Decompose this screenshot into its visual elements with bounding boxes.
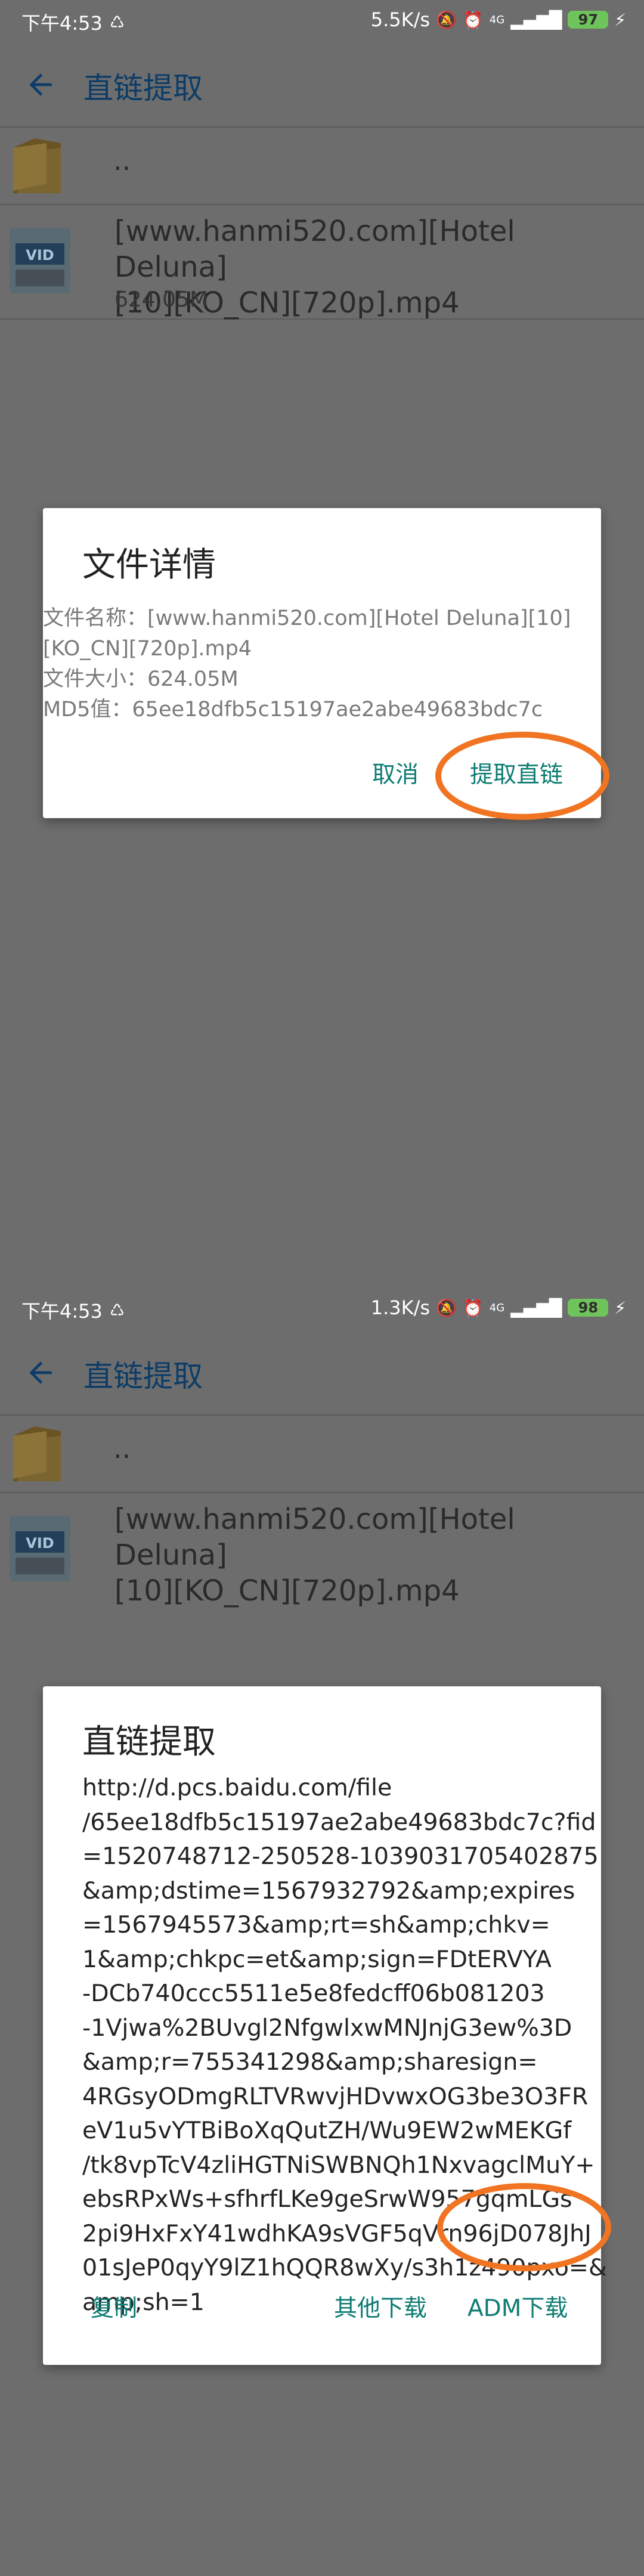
link-line: eV1u5vYTBiBoXqQutZH/Wu9EW2wMEKGf xyxy=(82,2117,572,2144)
page-title: 直链提取 xyxy=(83,71,203,106)
link-line: -1Vjwa%2BUvgl2NfgwlxwMNJnjG3ew%3D xyxy=(82,2014,572,2042)
adm-download-button[interactable]: ADM下载 xyxy=(467,2290,568,2323)
svg-text:VID: VID xyxy=(26,1535,54,1552)
parent-folder-label: .. xyxy=(113,144,131,177)
detail-line: MD5值：65ee18dfb5c15197ae2abe49683bdc7c xyxy=(43,698,543,722)
sync-icon: ♺ xyxy=(109,12,125,32)
status-bar: 下午4:53 ♺ 5.5K/s 🔕 ⏰ 4G ▂▄▆█ 97 ⚡ xyxy=(0,0,644,42)
file-name-line: [10][KO_CN][720p].mp4 xyxy=(114,1574,460,1608)
network-speed: 5.5K/s xyxy=(370,8,431,31)
charging-icon: ⚡ xyxy=(614,10,626,30)
network-speed: 1.3K/s xyxy=(370,1296,431,1319)
list-item-parent-folder[interactable]: .. xyxy=(0,128,644,204)
video-file-icon: VID xyxy=(10,1516,70,1581)
cancel-button[interactable]: 取消 xyxy=(372,756,419,789)
link-line: /tk8vpTcV4zliHGTNiSWBNQh1NxvagclMuY+ xyxy=(82,2151,595,2179)
direct-link-text: http://d.pcs.baidu.com/file /65ee18dfb5c… xyxy=(82,1771,607,2320)
file-list: .. VID [www.hanmi520.com][Hotel Deluna] … xyxy=(0,1414,644,1609)
extract-link-button[interactable]: 提取直链 xyxy=(470,756,563,789)
mute-bell-icon: 🔕 xyxy=(436,10,457,30)
screen-file-details: 下午4:53 ♺ 5.5K/s 🔕 ⏰ 4G ▂▄▆█ 97 ⚡ 直链提取 .. xyxy=(0,0,644,1288)
link-line: 4RGsyODmgRLTVRwvjHDvwxOG3be3O3FR xyxy=(82,2082,589,2110)
mute-bell-icon: 🔕 xyxy=(436,1298,457,1318)
app-bar: 直链提取 xyxy=(0,42,644,126)
clock: 下午4:53 xyxy=(21,12,103,35)
dialog-title: 文件详情 xyxy=(82,546,216,584)
status-bar-left: 下午4:53 ♺ xyxy=(21,8,125,36)
copy-button[interactable]: 复制 xyxy=(91,2290,137,2323)
direct-link-dialog: 直链提取 http://d.pcs.baidu.com/file /65ee18… xyxy=(43,1686,607,2365)
link-line: 1&amp;chkpc=et&amp;sign=FDtERVYA xyxy=(82,1945,552,1973)
link-line: =1520748712-250528-1039031705402875 xyxy=(82,1843,599,1870)
status-bar: 下午4:53 ♺ 1.3K/s 🔕 ⏰ 4G ▂▄▆█ 98 ⚡ xyxy=(0,1288,644,1330)
link-line: ebsRPxWs+sfhrfLKe9geSrwW957gqmLGs xyxy=(82,2185,572,2213)
file-name-line: [www.hanmi520.com][Hotel Deluna] xyxy=(114,1503,515,1572)
link-line: =1567945573&amp;rt=sh&amp;chkv= xyxy=(82,1911,550,1939)
arrow-left-icon[interactable] xyxy=(24,68,57,101)
status-bar-right: 5.5K/s 🔕 ⏰ 4G ▂▄▆█ 97 ⚡ xyxy=(371,8,626,31)
signal-icon: ▂▄▆█ xyxy=(510,1298,562,1318)
link-line: &amp;dstime=1567932792&amp;expires xyxy=(82,1877,575,1905)
file-details-dialog: 文件详情 文件名称：[www.hanmi520.com][Hotel Delun… xyxy=(43,508,601,818)
link-line: &amp;r=755341298&amp;sharesign= xyxy=(82,2048,538,2076)
file-name-line: [www.hanmi520.com][Hotel Deluna] xyxy=(114,215,515,284)
folder-icon xyxy=(13,138,61,193)
list-item-parent-folder[interactable]: .. xyxy=(0,1416,644,1492)
file-list: .. VID [www.hanmi520.com][Hotel Deluna] … xyxy=(0,126,644,320)
clock: 下午4:53 xyxy=(21,1300,103,1323)
detail-line: 文件名称：[www.hanmi520.com][Hotel Deluna][10… xyxy=(43,606,571,630)
link-line: -DCb740ccc5511e5e8fedcff06b081203 xyxy=(82,1980,545,2007)
signal-type: 4G xyxy=(489,1301,505,1314)
app-bar: 直链提取 xyxy=(0,1330,644,1414)
parent-folder-label: .. xyxy=(113,1432,131,1465)
folder-icon xyxy=(13,1426,61,1481)
status-bar-left: 下午4:53 ♺ xyxy=(21,1296,125,1324)
signal-icon: ▂▄▆█ xyxy=(510,10,562,30)
status-bar-right: 1.3K/s 🔕 ⏰ 4G ▂▄▆█ 98 ⚡ xyxy=(371,1296,626,1319)
link-line: 2pi9HxFxY41wdhKA9sVGF5qVrn96jD078JhJ xyxy=(82,2219,592,2247)
sync-icon: ♺ xyxy=(109,1300,125,1320)
link-line: http://d.pcs.baidu.com/file xyxy=(82,1774,392,1801)
svg-text:VID: VID xyxy=(26,247,54,264)
alarm-icon: ⏰ xyxy=(462,10,484,30)
arrow-left-icon[interactable] xyxy=(24,1356,57,1389)
battery-level: 98 xyxy=(568,1299,609,1317)
alarm-icon: ⏰ xyxy=(462,1298,484,1318)
list-item-file[interactable]: VID [www.hanmi520.com][Hotel Deluna] [10… xyxy=(0,205,644,320)
other-download-button[interactable]: 其他下载 xyxy=(334,2290,427,2323)
dialog-title: 直链提取 xyxy=(82,1723,216,1761)
file-name: [www.hanmi520.com][Hotel Deluna] [10][KO… xyxy=(114,1501,627,1609)
file-size: 624.05M xyxy=(114,287,209,312)
list-item-file[interactable]: VID [www.hanmi520.com][Hotel Deluna] [10… xyxy=(0,1493,644,1609)
screen-direct-link: 下午4:53 ♺ 1.3K/s 🔕 ⏰ 4G ▂▄▆█ 98 ⚡ 直链提取 .. xyxy=(0,1288,644,2576)
link-line: 01sJeP0qyY9lZ1hQQR8wXy/s3h1z490pxo=& xyxy=(82,2254,607,2281)
file-details-text: 文件名称：[www.hanmi520.com][Hotel Deluna][10… xyxy=(43,603,580,725)
video-file-icon: VID xyxy=(10,228,70,293)
signal-type: 4G xyxy=(489,13,505,26)
detail-line: [KO_CN][720p].mp4 xyxy=(43,637,252,661)
charging-icon: ⚡ xyxy=(614,1298,626,1318)
link-line: /65ee18dfb5c15197ae2abe49683bdc7c?fid xyxy=(82,1808,596,1836)
battery-level: 97 xyxy=(568,11,609,29)
detail-line: 文件大小：624.05M xyxy=(43,667,239,691)
page-title: 直链提取 xyxy=(83,1359,203,1394)
